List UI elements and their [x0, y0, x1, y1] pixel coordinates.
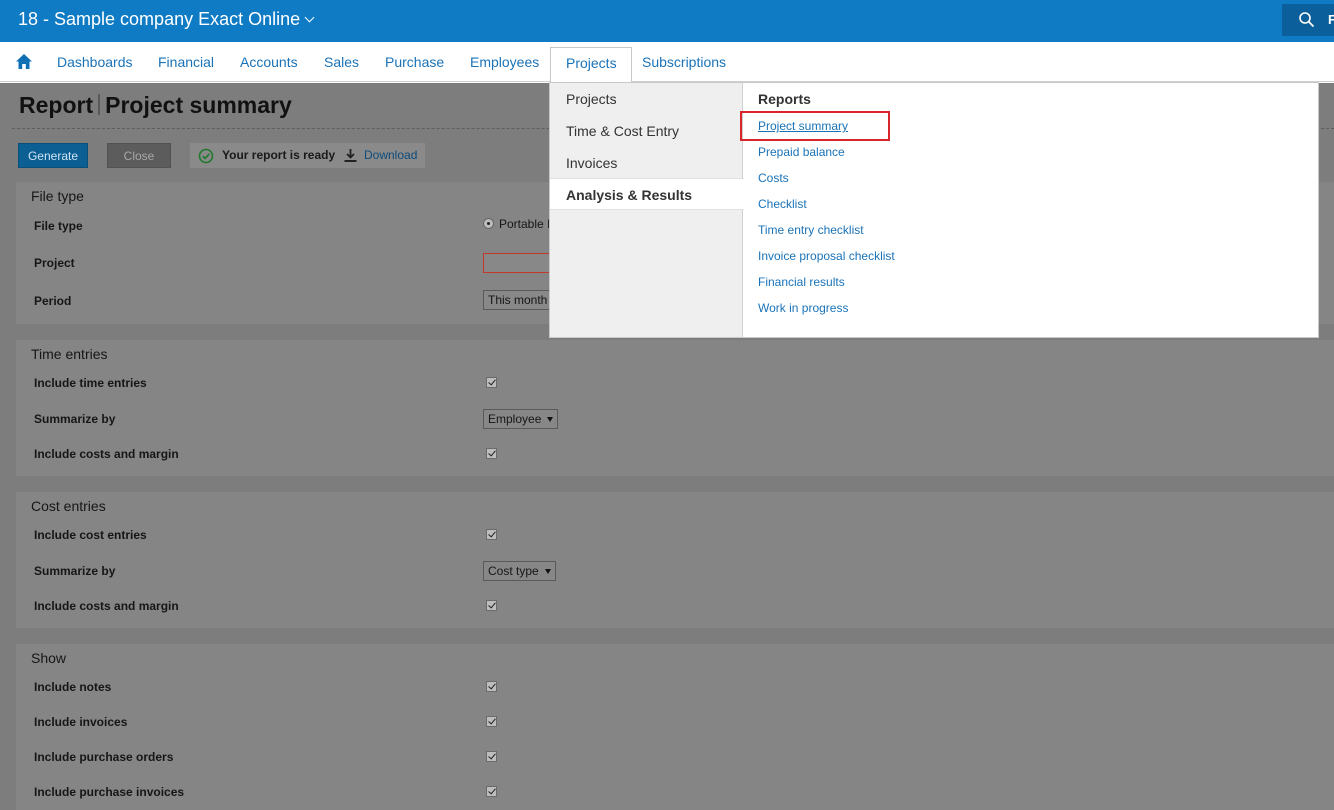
include-notes-label: Include notes: [34, 680, 112, 694]
reports-heading: Reports: [758, 91, 811, 107]
period-select[interactable]: This month: [483, 290, 553, 310]
nav-dashboards[interactable]: Dashboards: [57, 54, 133, 70]
report-link-time-entry-checklist[interactable]: Time entry checklist: [758, 223, 864, 237]
nav-accounts[interactable]: Accounts: [240, 54, 298, 70]
time-costs-label: Include costs and margin: [34, 447, 179, 461]
nav-financial[interactable]: Financial: [158, 54, 214, 70]
include-purchase-orders-label: Include purchase orders: [34, 750, 174, 764]
search-letter: F: [1328, 12, 1334, 27]
report-link-financial-results[interactable]: Financial results: [758, 275, 845, 289]
file-type-label: File type: [34, 219, 83, 233]
include-cost-entries-checkbox[interactable]: [486, 529, 497, 540]
caret-down-icon: [544, 569, 551, 574]
search-icon: [1299, 12, 1315, 28]
report-link-work-in-progress[interactable]: Work in progress: [758, 301, 848, 315]
include-invoices-label: Include invoices: [34, 715, 128, 729]
highlight-box: [740, 111, 890, 141]
menu-item-analysis-results[interactable]: Analysis & Results: [550, 178, 744, 210]
nav-projects[interactable]: Projects: [550, 47, 632, 83]
report-link-costs[interactable]: Costs: [758, 171, 789, 185]
chevron-down-icon: [304, 12, 315, 23]
title-separator: [98, 94, 101, 115]
project-input[interactable]: [483, 253, 553, 273]
section-time-entries: Time entries: [16, 340, 1334, 476]
status-text: Your report is ready: [222, 148, 336, 162]
cost-summarize-label: Summarize by: [34, 564, 116, 578]
cost-summarize-value: Cost type: [488, 564, 539, 578]
cost-costs-checkbox[interactable]: [486, 600, 497, 611]
include-notes-checkbox[interactable]: [486, 681, 497, 692]
cost-summarize-select[interactable]: Cost type: [483, 561, 556, 581]
main-nav: Dashboards Financial Accounts Sales Purc…: [0, 42, 1334, 83]
title-report: Report: [19, 92, 94, 118]
nav-employees[interactable]: Employees: [470, 54, 539, 70]
include-purchase-invoices-checkbox[interactable]: [486, 786, 497, 797]
page-title: Report Project summary: [19, 92, 292, 119]
include-purchase-invoices-label: Include purchase invoices: [34, 785, 185, 799]
report-link-invoice-proposal-checklist[interactable]: Invoice proposal checklist: [758, 249, 895, 263]
report-link-checklist[interactable]: Checklist: [758, 197, 807, 211]
include-time-entries-label: Include time entries: [34, 376, 147, 390]
menu-item-invoices[interactable]: Invoices: [566, 155, 617, 171]
section-heading: File type: [31, 188, 84, 204]
report-status: Your report is ready Download: [190, 143, 425, 168]
time-summarize-select[interactable]: Employee: [483, 409, 559, 429]
time-summarize-value: Employee: [488, 412, 542, 426]
home-icon[interactable]: [15, 53, 33, 70]
generate-button[interactable]: Generate: [18, 143, 88, 168]
nav-purchase[interactable]: Purchase: [385, 54, 444, 70]
project-label: Project: [34, 256, 75, 270]
menu-categories: Projects Time & Cost Entry Invoices Anal…: [550, 83, 744, 337]
close-button[interactable]: Close: [107, 143, 171, 168]
section-heading: Show: [31, 650, 67, 666]
nav-sales[interactable]: Sales: [324, 54, 359, 70]
company-name: 18 - Sample company Exact Online: [18, 9, 301, 29]
time-summarize-label: Summarize by: [34, 412, 116, 426]
section-heading: Time entries: [31, 346, 108, 362]
title-project-summary: Project summary: [105, 92, 292, 118]
menu-item-time-cost-entry[interactable]: Time & Cost Entry: [566, 123, 679, 139]
projects-dropdown-menu: Projects Time & Cost Entry Invoices Anal…: [549, 82, 1319, 338]
include-cost-entries-label: Include cost entries: [34, 528, 147, 542]
period-label: Period: [34, 294, 72, 308]
download-link[interactable]: Download: [364, 148, 417, 162]
include-time-entries-checkbox[interactable]: [486, 377, 497, 388]
time-costs-checkbox[interactable]: [486, 448, 497, 459]
company-switcher[interactable]: 18 - Sample company Exact Online: [18, 9, 315, 30]
nav-subscriptions[interactable]: Subscriptions: [642, 54, 726, 70]
section-heading: Cost entries: [31, 498, 106, 514]
caret-down-icon: [547, 417, 554, 422]
menu-item-projects[interactable]: Projects: [566, 91, 617, 107]
check-circle-icon: [198, 148, 214, 164]
section-cost-entries: Cost entries: [16, 492, 1334, 628]
file-type-option: Portable I: [499, 217, 551, 231]
file-type-radio[interactable]: [483, 218, 494, 229]
cost-costs-label: Include costs and margin: [34, 599, 179, 613]
include-invoices-checkbox[interactable]: [486, 716, 497, 727]
section-show: Show: [16, 644, 1334, 810]
search-box[interactable]: F: [1282, 4, 1334, 36]
download-icon[interactable]: [343, 148, 358, 163]
report-link-prepaid-balance[interactable]: Prepaid balance: [758, 145, 845, 159]
include-purchase-orders-checkbox[interactable]: [486, 751, 497, 762]
top-bar: 18 - Sample company Exact Online F: [0, 0, 1334, 42]
